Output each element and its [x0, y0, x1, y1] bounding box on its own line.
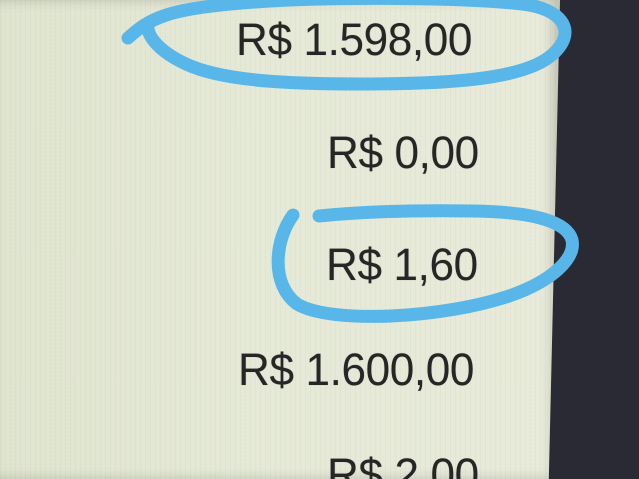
- highlight-ellipse-top: [121, 0, 572, 91]
- highlight-annotations: [121, 0, 579, 323]
- monitor-screen: R$ 1.598,00 R$ 0,00 R$ 1,60 R$ 1.600,00 …: [0, 0, 639, 479]
- highlight-ellipse-middle: [271, 204, 579, 323]
